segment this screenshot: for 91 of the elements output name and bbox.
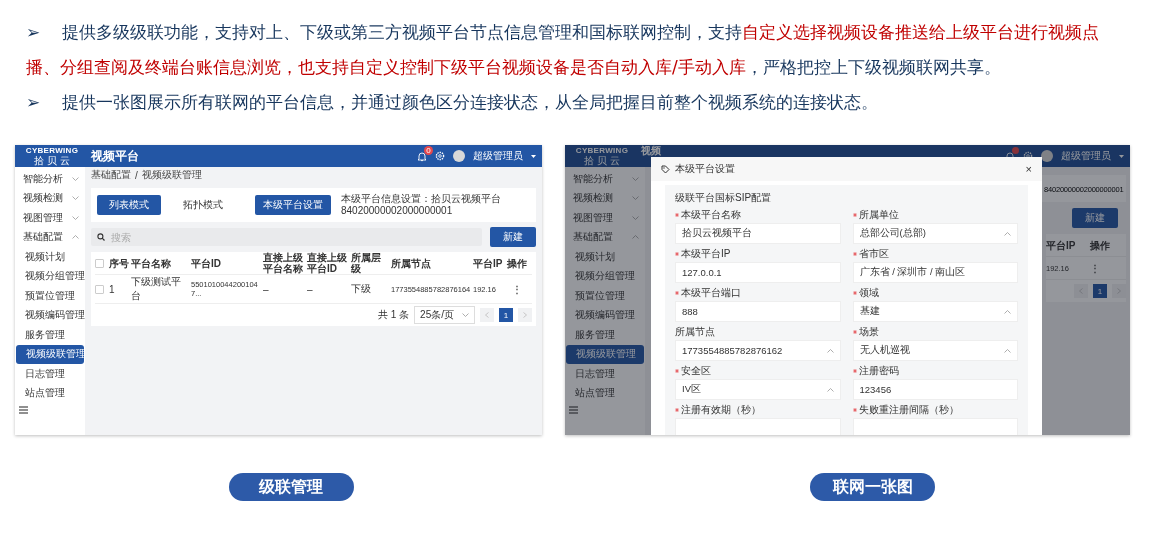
sidebar-item[interactable]: 视频分组管理 [565, 266, 645, 286]
app-title: 视频 [641, 145, 661, 156]
table-cell-text: – [263, 283, 270, 295]
column-header: 所属节点 [391, 257, 432, 269]
column-header: 平台名称 [131, 257, 172, 269]
sidebar-item[interactable]: 日志管理 [565, 364, 645, 384]
platform-info: 本级平台信息设置：拾贝云视频平台 84020000002000000001 [341, 193, 502, 217]
select-field[interactable]: 1773554885782876162 [675, 340, 841, 361]
field-label: 本级平台端口 [681, 286, 741, 300]
field-label: 注册有效期（秒） [681, 403, 761, 417]
logo: CYBERWING 拾 贝 云 [574, 146, 630, 166]
sidebar-item[interactable]: 视图管理 [565, 208, 645, 228]
sidebar-item[interactable]: 视频编码管理 [15, 305, 85, 325]
bullet-text: ➢ 提供多级级联功能，支持对上、下级或第三方视频平台节点信息管理和国标联网控制，支持自定义选择视频设备推送给上级平台进行视频点播、分组查阅及终端台账信息浏览，也支持自定义控制下级平台视频设备是否自动入库/手动入库，严格把控上下级视频联网共享。 [26, 21, 1100, 79]
sidebar-item[interactable]: 智能分析 [15, 169, 85, 189]
column-header: 操作 [1090, 239, 1111, 251]
user-name[interactable]: 超级管理员 [1061, 149, 1111, 163]
page-button[interactable]: 1 [499, 308, 513, 322]
column-header: 所属层级 [351, 252, 382, 274]
mode-tab[interactable]: 拓扑模式 [171, 195, 235, 215]
sidebar-item[interactable]: 基础配置 [15, 227, 85, 247]
user-name[interactable]: 超级管理员 [473, 149, 523, 163]
sidebar-item[interactable]: 站点管理 [15, 383, 85, 403]
caption-label: 联网一张图 [810, 473, 935, 501]
sidebar-item[interactable]: 智能分析 [565, 169, 645, 189]
bullet-text: ➢ 提供一张图展示所有联网的平台信息，并通过颜色区分连接状态，从全局把握目前整个视频系统的连接状态。 [26, 91, 879, 114]
search-field[interactable]: 搜索 [91, 228, 482, 246]
column-header: 直接上级平台ID [307, 252, 348, 274]
column-header: 平台IP [1046, 239, 1077, 251]
text-field[interactable]: 广东省 / 深圳市 / 南山区 [852, 262, 1018, 283]
table-cell-text: 下级 [351, 282, 372, 296]
app-title: 视频平台 [91, 147, 139, 165]
field-label: 注册密码 [858, 364, 899, 378]
logo: CYBERWING 拾 贝 云 [24, 146, 80, 166]
more-button[interactable]: ⋮ [1090, 262, 1100, 274]
field-label: 所属节点 [675, 325, 715, 339]
sidebar-item[interactable]: 服务管理 [15, 325, 85, 345]
breadcrumb-separator: / [135, 169, 138, 181]
text-field[interactable]: 888 [675, 301, 841, 322]
sidebar-item[interactable]: 预置位管理 [15, 286, 85, 306]
column-header: 操作 [507, 257, 528, 269]
sidebar-item[interactable]: 视频计划 [565, 247, 645, 267]
total-count: 共 1 条 [377, 308, 410, 322]
caption-label: 级联管理 [228, 473, 354, 501]
text-field[interactable]: 123456 [852, 379, 1018, 400]
new-button[interactable]: 新建 [1072, 208, 1118, 228]
settings-button[interactable]: 本级平台设置 [255, 195, 331, 215]
sidebar-item[interactable]: 服务管理 [565, 325, 645, 345]
field-label: 领域 [858, 286, 879, 300]
dialog-title: 本级平台设置 [675, 162, 735, 176]
field-label: 所属单位 [858, 208, 899, 222]
column-header: 平台IP [473, 257, 504, 269]
column-header: 平台ID [191, 257, 222, 269]
sidebar-item[interactable]: 视图管理 [15, 208, 85, 228]
field-label: 安全区 [681, 364, 711, 378]
column-header: 直接上级平台名称 [263, 252, 304, 274]
new-button[interactable]: 新建 [490, 227, 536, 247]
sidebar-item[interactable]: 视频检测 [565, 188, 645, 208]
page-button[interactable]: 1 [1093, 284, 1107, 298]
sidebar-item[interactable]: 视频级联管理 [566, 344, 644, 364]
page-size-select[interactable]: 25条/页 [414, 306, 475, 324]
field-label: 失败重注册间隔（秒） [858, 403, 959, 417]
sidebar-item[interactable]: 日志管理 [15, 364, 85, 384]
field-label: 本级平台名称 [681, 208, 741, 222]
sidebar-item[interactable]: 视频检测 [15, 188, 85, 208]
mode-tab[interactable]: 列表模式 [97, 195, 161, 215]
field-label: 省市区 [858, 247, 889, 261]
table-cell-text: – [307, 283, 314, 295]
select-field[interactable]: 总部公司(总部) [852, 223, 1018, 244]
notification-badge: 0 [424, 145, 433, 155]
sidebar-item[interactable]: 视频计划 [15, 247, 85, 267]
table-cell-text: 1 [109, 283, 116, 295]
text-field[interactable]: 127.0.0.1 [675, 262, 841, 283]
sidebar-item[interactable]: 视频分组管理 [15, 266, 85, 286]
breadcrumb-current: 视频级联管理 [141, 168, 202, 182]
breadcrumb-link[interactable]: 基础配置 [91, 168, 131, 182]
text-field[interactable]: 拾贝云视频平台 [675, 223, 841, 244]
sidebar-item[interactable]: 视频编码管理 [565, 305, 645, 325]
table-cell-text: 下级测试平台 [131, 275, 182, 303]
select-field[interactable]: 基建 [852, 301, 1018, 322]
column-header: 序号 [109, 257, 130, 269]
section-title: 级联平台国标SIP配置 [675, 191, 773, 205]
field-label: 场景 [858, 325, 879, 339]
sidebar-item[interactable]: 预置位管理 [565, 286, 645, 306]
sidebar-item[interactable]: 基础配置 [565, 227, 645, 247]
close-button[interactable]: × [1025, 163, 1032, 175]
sidebar-item[interactable]: 站点管理 [565, 383, 645, 403]
more-button[interactable]: ⋮ [512, 283, 522, 295]
field-label: 本级平台IP [681, 247, 731, 261]
select-field[interactable]: 无人机巡视 [852, 340, 1018, 361]
select-field[interactable]: IV区 [675, 379, 841, 400]
